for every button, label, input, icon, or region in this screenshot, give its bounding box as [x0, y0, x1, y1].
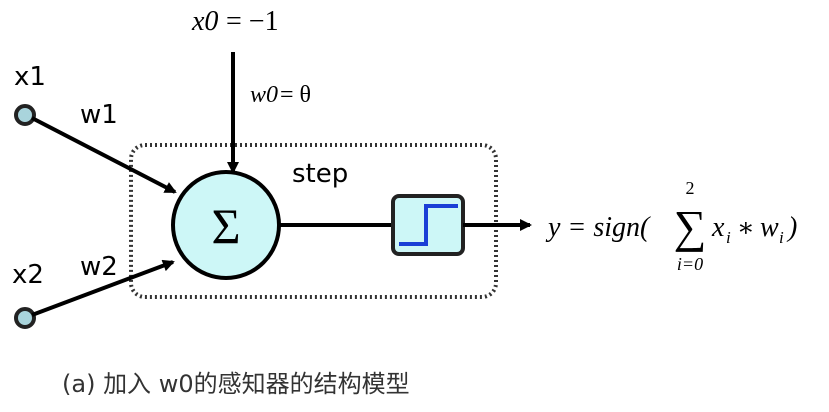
w0-label: w0 [250, 82, 278, 108]
x1-input-node [14, 104, 36, 126]
formula-term-w: w [760, 212, 779, 243]
formula-sum-bottom: i=0 [677, 254, 703, 274]
x1-label: x1 [14, 62, 46, 92]
formula-times: ∗ [737, 213, 755, 242]
x2-input-node [14, 307, 36, 329]
x0-value: = −1 [226, 6, 279, 37]
formula-sum-symbol: ∑ [674, 201, 707, 252]
figure-caption: (a) 加入 w0的感知器的结构模型 [62, 370, 410, 398]
formula-sum-top: 2 [686, 178, 695, 198]
formula-term-x-sub: i [726, 228, 731, 247]
formula-close: ) [786, 212, 797, 243]
w1-label: w1 [80, 100, 118, 130]
formula-lhs: y = sign( [545, 212, 651, 243]
step-label: step [292, 159, 348, 189]
output-formula: y = sign( 2 ∑ i=0 x i ∗ w i ) [545, 178, 797, 274]
w0-value: = θ [280, 82, 311, 108]
w2-label: w2 [80, 252, 118, 282]
perceptron-diagram: x0 = −1 w0 = θ x1 w1 x2 w2 step Σ y = si… [12, 6, 797, 398]
formula-term-w-sub: i [779, 228, 784, 247]
x0-label: x0 [191, 6, 218, 37]
x2-label: x2 [12, 260, 44, 290]
sum-symbol: Σ [211, 198, 240, 254]
formula-term-x: x [711, 212, 725, 243]
